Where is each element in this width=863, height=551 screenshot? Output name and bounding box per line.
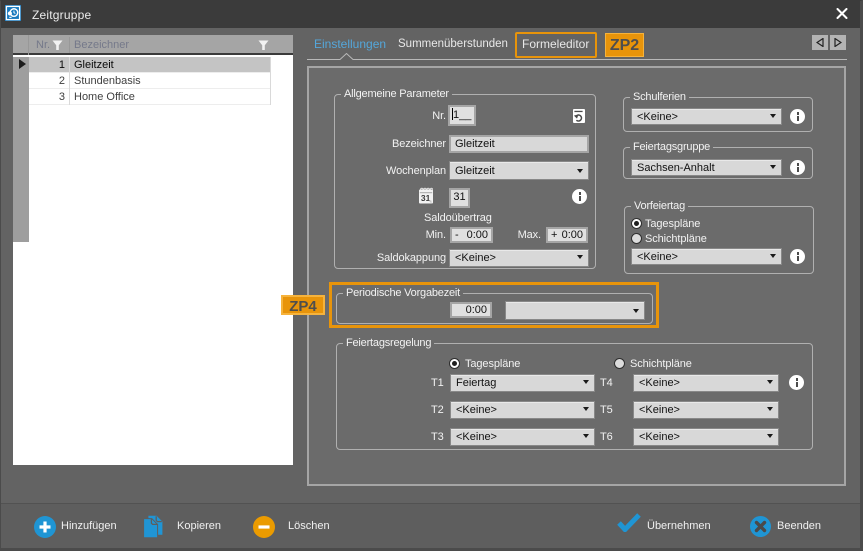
svg-text:31: 31 — [421, 193, 431, 203]
